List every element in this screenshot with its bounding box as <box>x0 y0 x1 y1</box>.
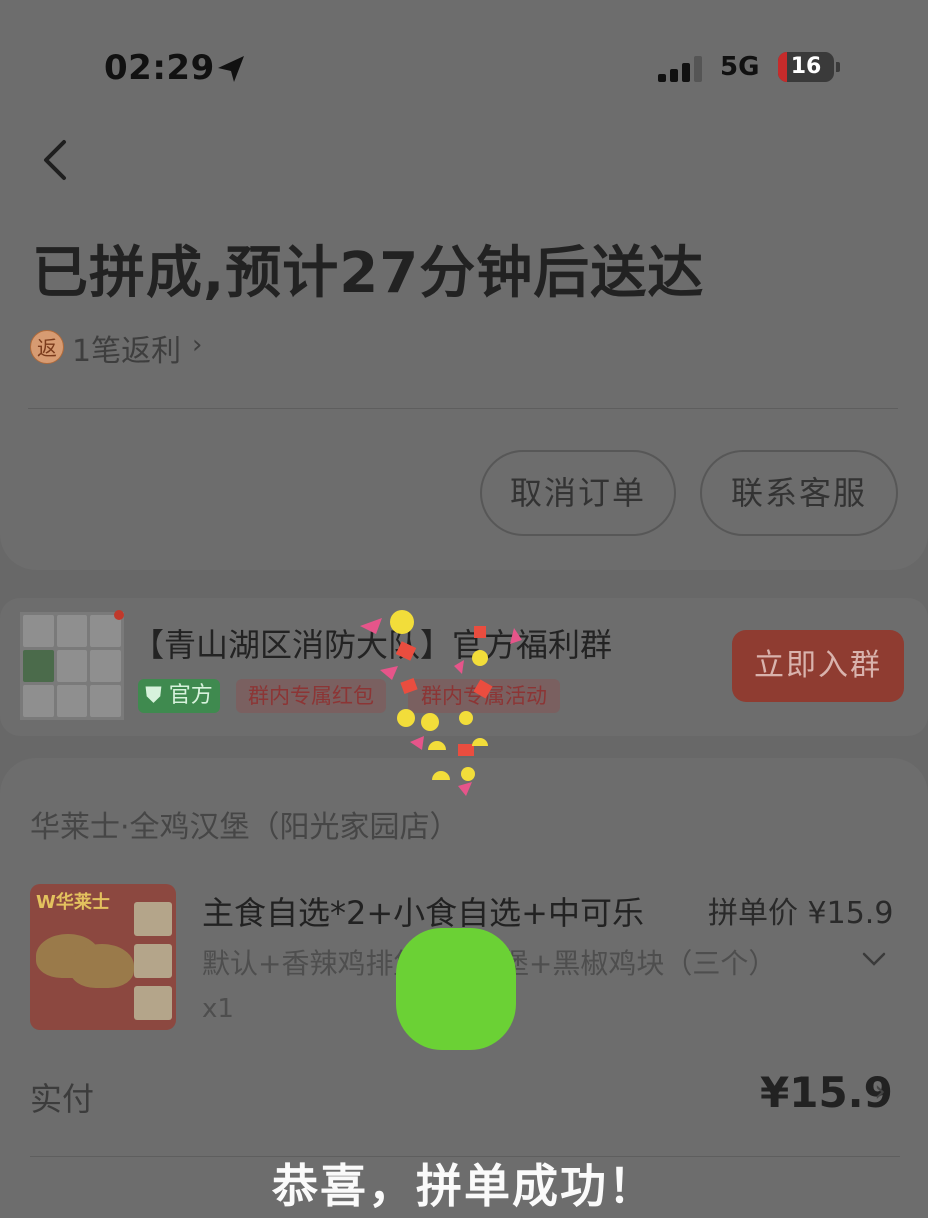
group-price: 拼单价 ¥15.9 <box>708 896 894 931</box>
paid-chevron-icon[interactable]: › <box>874 1074 886 1109</box>
back-chevron-icon[interactable] <box>36 136 76 184</box>
divider <box>28 408 898 409</box>
shield-check-icon: ⛊ <box>145 683 162 708</box>
group-avatar <box>20 612 124 720</box>
unread-dot <box>114 610 124 620</box>
status-time: 02:29 <box>104 48 215 88</box>
store-name[interactable]: 华莱士·全鸡汉堡（阳光家园店） <box>30 802 460 846</box>
battery-icon: 16 <box>778 52 834 82</box>
success-message: 恭喜，拼单成功！ <box>272 1159 656 1213</box>
confetti-animation <box>360 610 522 796</box>
rebate-link[interactable]: 1笔返利 <box>72 326 181 370</box>
burger-shape <box>70 944 134 988</box>
page-title: 已拼成,预计27分钟后送达 <box>32 241 705 306</box>
side-image <box>134 944 172 978</box>
side-image <box>134 986 172 1020</box>
rebate-icon: 返 <box>30 330 64 364</box>
product-image[interactable]: W华莱士 <box>30 884 176 1030</box>
product-qty: x1 <box>202 994 234 1024</box>
location-arrow-icon <box>218 56 244 82</box>
product-brand: W华莱士 <box>36 892 110 913</box>
paid-amount[interactable]: ¥15.9 <box>760 1068 893 1117</box>
official-tag: ⛊ 官方 <box>138 679 220 713</box>
signal-icon <box>658 56 704 82</box>
network-type: 5G <box>720 52 760 82</box>
official-tag-label: 官方 <box>168 683 213 708</box>
chevron-down-icon[interactable] <box>860 946 888 970</box>
cancel-order-button[interactable]: 取消订单 <box>480 450 676 536</box>
side-image <box>134 902 172 936</box>
rebate-chevron-icon[interactable]: › <box>192 330 202 360</box>
product-name: 主食自选*2+小食自选+中可乐 <box>202 894 644 932</box>
paid-label: 实付 <box>30 1080 95 1118</box>
contact-service-button[interactable]: 联系客服 <box>700 450 898 536</box>
battery-cap <box>836 62 840 72</box>
battery-level: 16 <box>790 54 822 79</box>
join-group-button[interactable]: 立即入群 <box>732 630 904 702</box>
success-animation-blob <box>396 928 516 1050</box>
confetti-pieces <box>360 610 522 796</box>
